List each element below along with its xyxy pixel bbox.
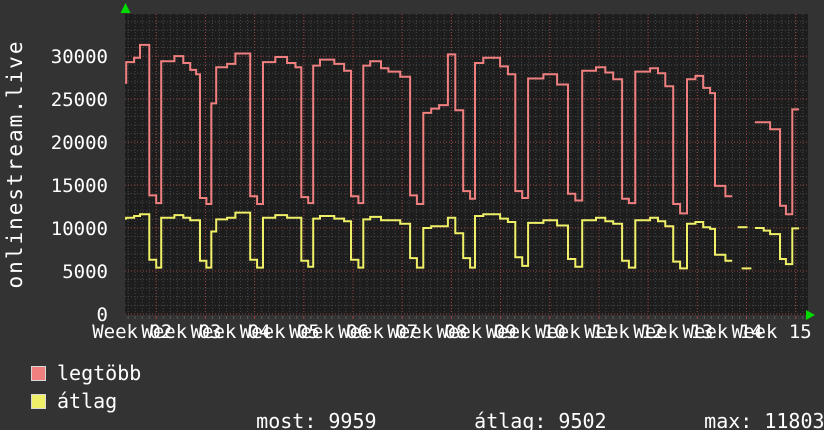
stat-atlag: átlag: 9502 — [426, 391, 607, 430]
stat-atlag-value: 9502 — [558, 409, 607, 430]
y-tick-label: 30000 — [51, 46, 108, 68]
stat-most-value: 9959 — [328, 409, 377, 430]
graph-canvas: 0 5000 10000 15000 20000 25000 30000 Week 02 We… — [0, 0, 824, 430]
y-tick-label: 10000 — [51, 218, 108, 240]
plot-area — [125, 14, 808, 315]
stat-max-label: max: — [704, 409, 753, 430]
legend-swatch-atlag — [31, 394, 46, 409]
legend-label-atlag: átlag — [57, 389, 118, 413]
stat-max-value: 11803 — [764, 409, 824, 430]
legend-swatch-legtobb — [31, 366, 46, 381]
legend-label-legtobb: legtöbb — [57, 361, 142, 385]
stat-most-label: most: — [256, 409, 317, 430]
x-axis-arrow-icon — [806, 310, 815, 320]
y-axis-arrow-icon — [120, 3, 131, 13]
x-axis-tick-labels: Week 02Week 03Week 04Week 05Week 06Week … — [92, 321, 812, 343]
y-tick-label: 20000 — [51, 132, 108, 154]
stat-max: max: 11803 — [656, 391, 824, 430]
axis-tick-marks — [127, 316, 804, 319]
x-tick-label: Week 15 — [732, 321, 812, 343]
y-tick-label: 5000 — [62, 261, 108, 283]
y-tick-label: 15000 — [51, 175, 108, 197]
y-axis-tick-labels: 050001000015000200002500030000 — [51, 46, 108, 326]
stat-atlag-label: átlag: — [474, 409, 547, 430]
y-axis-title: onlinestream.live — [3, 40, 27, 289]
y-tick-label: 25000 — [51, 89, 108, 111]
stat-most: most: 9959 — [208, 391, 377, 430]
